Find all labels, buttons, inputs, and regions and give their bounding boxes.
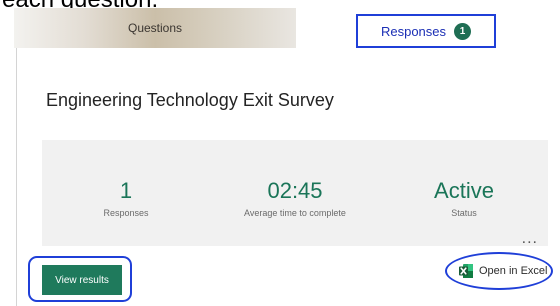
responses-count-badge: 1 (454, 22, 472, 40)
stats-card: 1 Responses 02:45 Average time to comple… (42, 140, 548, 248)
divider (16, 48, 17, 306)
view-results-button[interactable]: View results (42, 265, 122, 295)
tab-responses-label: Responses (380, 23, 447, 39)
top-tab-bar: Questions Responses 1 (0, 8, 560, 48)
banner-image: Questions (14, 8, 296, 48)
open-in-excel-button[interactable]: Open in Excel (458, 260, 547, 282)
tab-responses[interactable]: Responses 1 (356, 14, 496, 48)
excel-icon (459, 264, 473, 278)
stat-average-time: 02:45 Average time to complete (211, 140, 379, 218)
stat-label: Status (451, 208, 477, 218)
stat-responses: 1 Responses (42, 140, 210, 218)
survey-title: Engineering Technology Exit Survey (46, 90, 334, 110)
stat-value: Active (434, 178, 494, 203)
tab-questions[interactable]: Questions (14, 8, 296, 48)
open-in-excel-label: Open in Excel (479, 265, 548, 277)
stat-label: Average time to complete (244, 208, 346, 218)
stat-value: 1 (119, 178, 133, 203)
stat-label: Responses (103, 208, 149, 218)
stat-status: Active Status (380, 140, 548, 218)
stat-value: 02:45 (267, 178, 323, 203)
more-options-icon[interactable]: ... (522, 230, 538, 248)
